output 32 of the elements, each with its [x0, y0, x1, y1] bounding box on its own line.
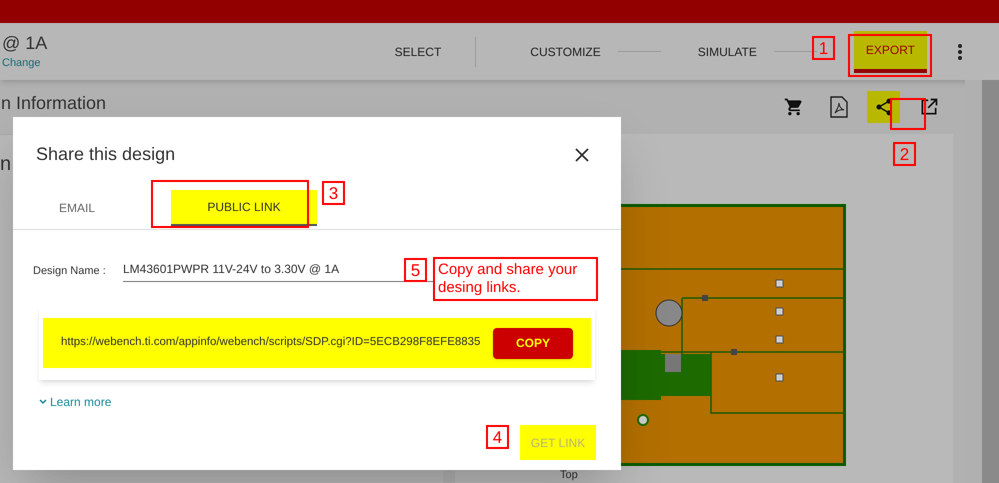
toolbar-button[interactable]: [867, 90, 900, 123]
step-number: 1: [812, 36, 835, 60]
close-button[interactable]: [573, 146, 591, 164]
callout-note: Copy and share your desing links.: [433, 257, 598, 301]
design-name-field[interactable]: LM43601PWPR 11V-24V to 3.30V @ 1A: [123, 260, 393, 282]
step-number: 3: [322, 181, 345, 205]
board-caption: Top: [559, 468, 579, 482]
chevron-down-icon: [39, 399, 47, 405]
learn-more-link[interactable]: Learn more: [39, 393, 112, 411]
step-tab[interactable]: SELECT: [394, 32, 442, 70]
panel-heading: n: [0, 152, 12, 174]
step-number: 4: [486, 425, 509, 449]
cart-icon: [784, 96, 804, 117]
step-tab[interactable]: CUSTOMIZE: [530, 32, 601, 70]
change-link[interactable]: Change: [2, 54, 41, 71]
close-icon: [575, 148, 589, 162]
design-title: @ 1A: [2, 32, 48, 54]
step-number: 2: [893, 142, 916, 166]
highlight-frame: [890, 98, 926, 130]
copy-button[interactable]: COPY: [493, 328, 573, 358]
more-icon[interactable]: [957, 42, 963, 60]
dialog-tab[interactable]: EMAIL: [27, 190, 127, 226]
pdf-icon: [828, 96, 848, 118]
step-number: 5: [404, 258, 427, 282]
design-name-label: Design Name :: [33, 264, 107, 278]
section-title: n Information: [0, 92, 106, 114]
step-tab[interactable]: EXPORT: [854, 30, 927, 72]
link-url: https://webench.ti.com/appinfo/webench/scripts/SDP.cgi?ID=5ECB298F8EFE8835: [61, 335, 480, 350]
step-tab[interactable]: SIMULATE: [698, 32, 757, 70]
dialog-title: Share this design: [36, 143, 176, 166]
dialog-tab[interactable]: PUBLIC LINK: [171, 190, 317, 226]
external-link-icon: [918, 96, 938, 117]
